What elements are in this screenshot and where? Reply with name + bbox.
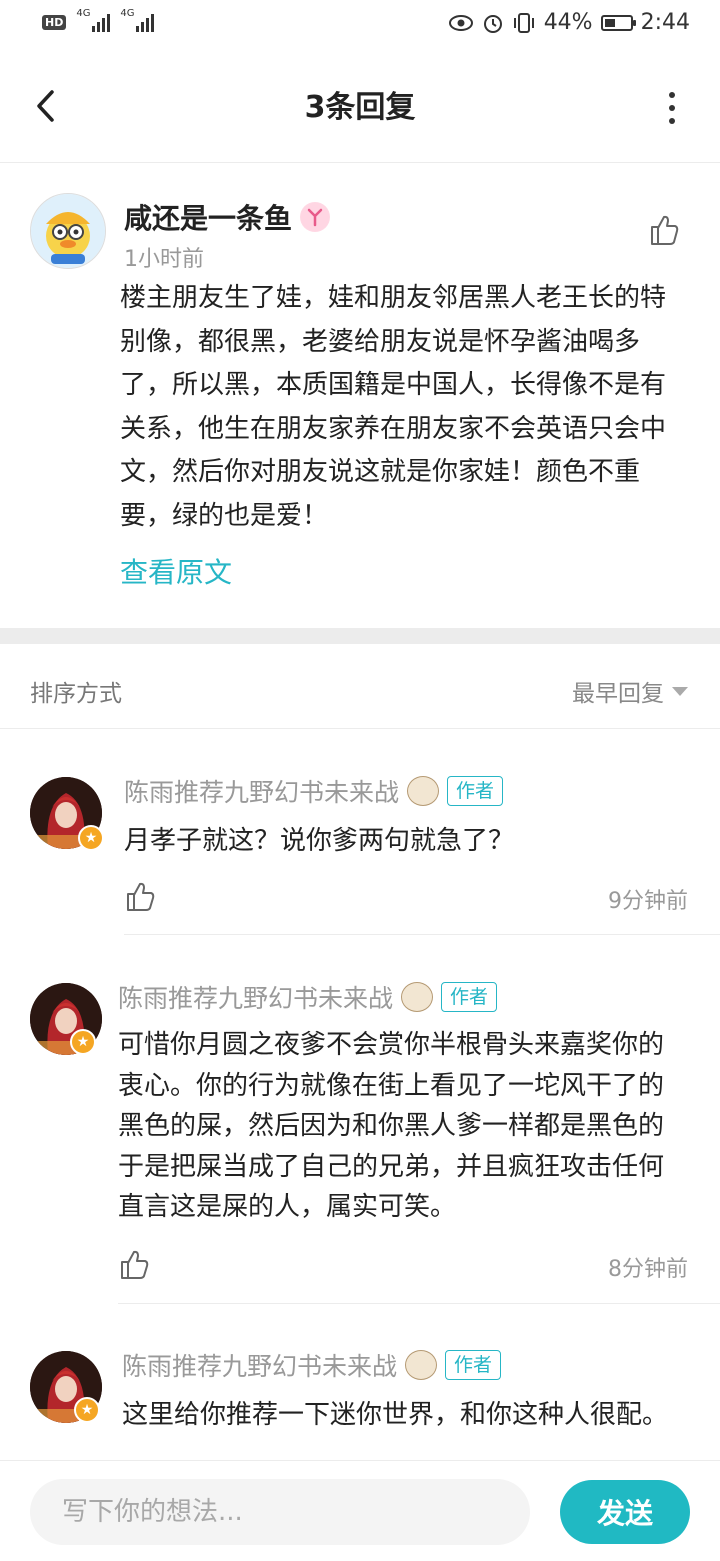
bottom-input-bar: 发送 (0, 1460, 720, 1561)
status-left: HD 4G 4G (42, 8, 155, 32)
penguin-avatar-icon (31, 194, 105, 268)
reply-divider (118, 1303, 720, 1304)
reply-username[interactable]: 陈雨推荐九野幻书未来战 作者 (124, 773, 504, 809)
page-title: 3条回复 (304, 90, 416, 125)
comment-input[interactable] (30, 1479, 530, 1545)
cartoon-face-icon (405, 1350, 438, 1380)
star-badge-icon: ★ (74, 1397, 100, 1423)
reply-username-text: 陈雨推荐九野幻书未来战 (118, 984, 394, 1013)
reply-body: 可惜你月圆之夜爹不会赏你半根骨头来嘉奖你的衷心。你的行为就像在街上看见了一坨风干… (118, 1030, 665, 1222)
reply-item: ★ 陈雨推荐九野幻书未来战 作者 这里给你推荐一下迷你世界，和你这种人很配。 (0, 1305, 720, 1460)
status-bar: HD 4G 4G 44% 2:44 (0, 0, 720, 52)
sim2-label: 4G (120, 8, 135, 19)
battery-percent: 44% (543, 10, 593, 35)
reply-time: 8分钟前 (608, 1257, 688, 1282)
sort-dropdown[interactable]: 最早回复 (572, 674, 688, 708)
author-tag: 作者 (441, 982, 498, 1012)
signal-icon-2: 4G (120, 8, 155, 32)
girl-badge-icon (300, 202, 331, 232)
reply-item: ★ 陈雨推荐九野幻书未来战 作者 可惜你月圆之夜爹不会赏你半根骨头来嘉奖你的衷心… (0, 935, 720, 1305)
top-navbar: 3条回复 (0, 52, 720, 163)
reply-username-text: 陈雨推荐九野幻书未来战 (124, 778, 400, 807)
username[interactable]: 咸还是一条鱼 (124, 197, 331, 237)
reply-body: 月孝子就这？说你爹两句就急了？ (124, 826, 515, 856)
section-divider (0, 628, 720, 644)
star-badge-icon: ★ (78, 825, 104, 851)
cartoon-face-icon (401, 982, 434, 1012)
thumbs-up-icon[interactable] (125, 881, 155, 913)
reply-item: ★ 陈雨推荐九野幻书未来战 作者 月孝子就这？说你爹两句就急了？ 9分钟前 (0, 729, 720, 935)
sort-value: 最早回复 (572, 681, 664, 707)
eye-icon (448, 14, 473, 31)
clock: 2:44 (640, 10, 690, 35)
star-badge-icon: ★ (70, 1029, 96, 1055)
sort-label: 排序方式 (30, 681, 122, 707)
hd-indicator: HD (42, 14, 67, 30)
username-text: 咸还是一条鱼 (124, 202, 293, 235)
thumbs-up-icon[interactable] (119, 1249, 149, 1281)
signal-icon: 4G (76, 8, 111, 32)
author-tag: 作者 (447, 776, 504, 806)
more-options-icon[interactable] (666, 92, 678, 124)
view-original-link[interactable]: 查看原文 (120, 551, 232, 591)
thumbs-up-icon[interactable] (648, 213, 680, 247)
avatar[interactable] (30, 193, 106, 269)
sort-bar: 排序方式 最早回复 (0, 644, 720, 729)
send-button[interactable]: 发送 (560, 1480, 690, 1544)
reply-username[interactable]: 陈雨推荐九野幻书未来战 作者 (118, 979, 498, 1015)
reply-time: 9分钟前 (608, 889, 688, 914)
main-comment: 咸还是一条鱼 1小时前 楼主朋友生了娃，娃和朋友邻居黑人老王长的特别像，都很黑，… (0, 163, 720, 628)
status-right: 44% 2:44 (448, 10, 690, 35)
caret-down-icon (672, 686, 688, 696)
battery-icon (600, 14, 636, 31)
vibrate-icon (513, 12, 534, 33)
comment-time: 1小时前 (124, 247, 204, 272)
cartoon-face-icon (407, 776, 440, 806)
comment-body: 楼主朋友生了娃，娃和朋友邻居黑人老王长的特别像，都很黑，老婆给朋友说是怀孕酱油喝… (120, 283, 667, 531)
alarm-icon (483, 14, 502, 33)
reply-body: 这里给你推荐一下迷你世界，和你这种人很配。 (122, 1400, 669, 1430)
sim1-label: 4G (76, 8, 91, 19)
author-tag: 作者 (445, 1350, 502, 1380)
reply-username[interactable]: 陈雨推荐九野幻书未来战 作者 (122, 1347, 502, 1383)
reply-username-text: 陈雨推荐九野幻书未来战 (122, 1352, 398, 1381)
